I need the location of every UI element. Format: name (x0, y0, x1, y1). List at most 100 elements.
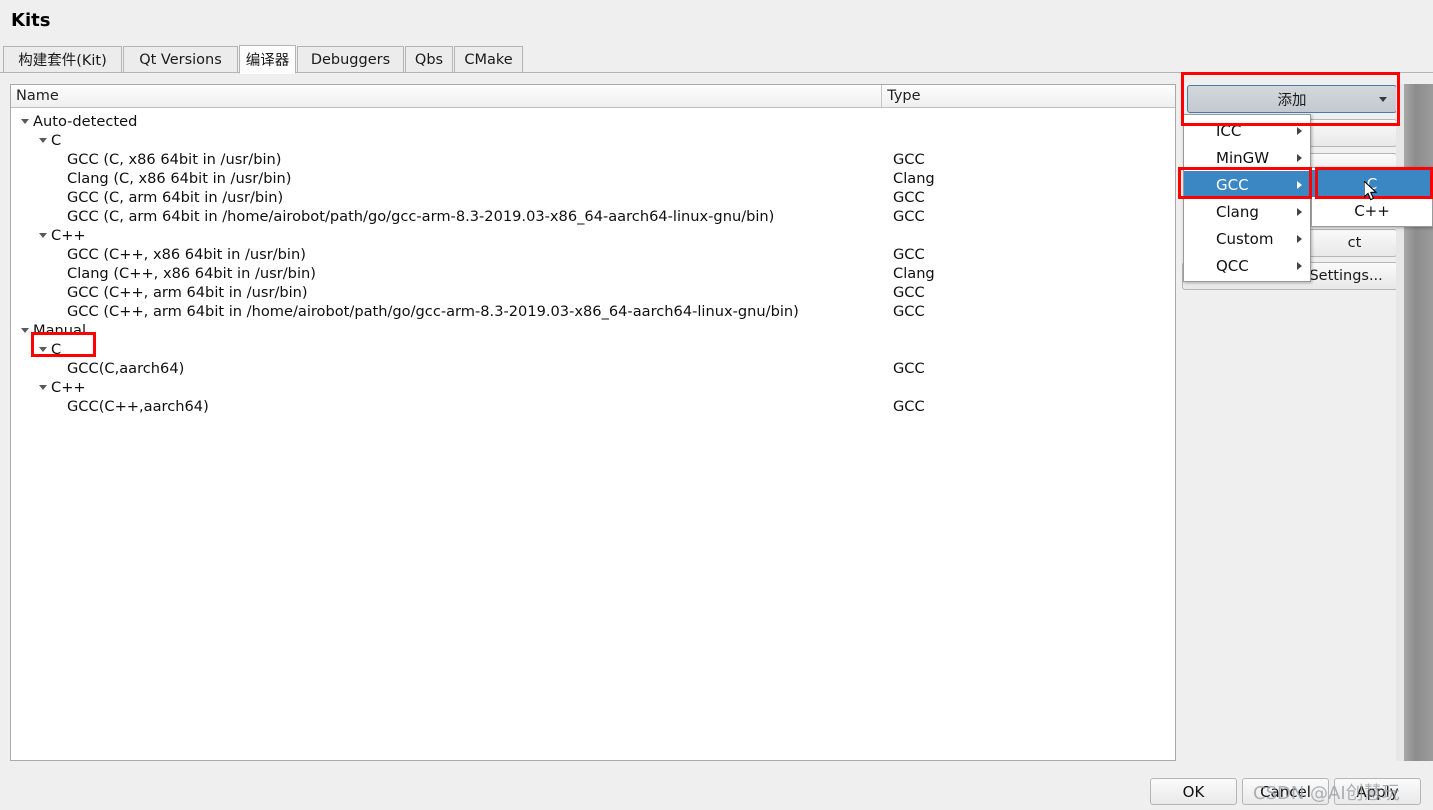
row-name: GCC (C, x86 64bit in /usr/bin) (67, 151, 282, 168)
row-name: GCC (C++, arm 64bit in /home/airobot/pat… (67, 303, 799, 320)
chevron-right-icon (1297, 234, 1302, 243)
row-type: GCC (893, 398, 925, 415)
gcc-submenu: C C++ (1311, 167, 1433, 227)
tab-0[interactable]: 构建套件(Kit) (3, 46, 122, 73)
tab-1[interactable]: Qt Versions (123, 46, 238, 73)
cancel-button-label: Cancel (1260, 782, 1311, 801)
row-name: C++ (51, 227, 86, 244)
tab-label: Debuggers (310, 51, 391, 68)
submenu-item-label: C (1366, 174, 1378, 193)
compilers-tree-body: Auto-detected C GCC (C, x86 64bit in /usr/… (11, 108, 1175, 760)
chevron-right-icon (1297, 180, 1302, 189)
tab-4[interactable]: Qbs (405, 46, 453, 73)
apply-button-label: Apply (1356, 782, 1399, 801)
menu-item-label: ICC (1216, 121, 1242, 140)
menu-item-qcc[interactable]: QCC (1184, 252, 1310, 279)
chevron-down-icon[interactable] (39, 233, 47, 238)
chevron-down-icon[interactable] (21, 328, 29, 333)
ok-button[interactable]: OK (1150, 778, 1237, 805)
tab-label: Qt Versions (139, 51, 222, 68)
cancel-button[interactable]: Cancel (1242, 778, 1329, 805)
column-header-type[interactable]: Type (882, 85, 1175, 107)
menu-item-icc[interactable]: ICC (1184, 117, 1310, 144)
chevron-right-icon (1297, 126, 1302, 135)
row-name: C++ (51, 379, 86, 396)
row-name: GCC (C, arm 64bit in /home/airobot/path/… (67, 208, 775, 225)
chevron-down-icon (1379, 96, 1387, 102)
row-type: GCC (893, 303, 925, 320)
row-name: GCC(C++,aarch64) (67, 398, 209, 415)
table-row[interactable]: GCC (C++, arm 64bit in /usr/bin) GCC (11, 283, 1175, 302)
chevron-down-icon[interactable] (39, 385, 47, 390)
table-row[interactable]: GCC(C,aarch64) GCC (11, 359, 1175, 378)
chevron-down-icon[interactable] (21, 119, 29, 124)
redetect-button-label: ct (1347, 235, 1362, 251)
add-button[interactable]: 添加 (1187, 85, 1397, 113)
submenu-item-cpp[interactable]: C++ (1312, 197, 1432, 224)
table-row[interactable]: Clang (C++, x86 64bit in /usr/bin) Clang (11, 264, 1175, 283)
menu-item-label: Custom (1216, 229, 1274, 248)
tab-3[interactable]: Debuggers (297, 46, 404, 73)
submenu-item-label: C++ (1354, 201, 1390, 220)
row-name: Clang (C++, x86 64bit in /usr/bin) (67, 265, 316, 282)
menu-item-mingw[interactable]: MinGW (1184, 144, 1310, 171)
chevron-down-icon[interactable] (39, 138, 47, 143)
tab-5[interactable]: CMake (454, 46, 523, 73)
ok-button-label: OK (1182, 782, 1205, 801)
row-name: GCC (C++, x86 64bit in /usr/bin) (67, 246, 306, 263)
page-title: Kits (11, 10, 51, 31)
tab-label: 编译器 (245, 53, 290, 69)
apply-button[interactable]: Apply (1334, 778, 1421, 805)
table-row[interactable]: GCC (C, arm 64bit in /home/airobot/path/… (11, 207, 1175, 226)
row-type: GCC (893, 151, 925, 168)
row-type: GCC (893, 360, 925, 377)
table-row[interactable]: GCC (C++, arm 64bit in /home/airobot/pat… (11, 302, 1175, 321)
chevron-right-icon (1297, 153, 1302, 162)
row-type: Clang (893, 265, 935, 282)
tab-label: CMake (464, 51, 513, 68)
menu-item-label: QCC (1216, 256, 1249, 275)
add-compiler-menu: ICC MinGW GCC Clang Custom QCC (1183, 114, 1311, 282)
tab-label: Qbs (414, 51, 444, 68)
menu-item-gcc[interactable]: GCC (1184, 171, 1310, 198)
row-name: C (51, 341, 62, 358)
chevron-right-icon (1297, 261, 1302, 270)
menu-item-clang[interactable]: Clang (1184, 198, 1310, 225)
chevron-right-icon (1297, 207, 1302, 216)
row-name: Auto-detected (33, 113, 138, 130)
table-row[interactable]: Auto-detected (11, 112, 1175, 131)
table-row[interactable]: GCC (C++, x86 64bit in /usr/bin) GCC (11, 245, 1175, 264)
table-row[interactable]: Clang (C, x86 64bit in /usr/bin) Clang (11, 169, 1175, 188)
tree-header-row: Name Type (11, 85, 1175, 108)
table-row[interactable]: C++ (11, 378, 1175, 397)
column-header-name[interactable]: Name (11, 85, 883, 107)
compilers-tree-panel: Name Type Auto-detected C GCC (C, x86 64bi… (10, 84, 1176, 761)
menu-item-label: GCC (1216, 175, 1249, 194)
row-name: GCC (C, arm 64bit in /usr/bin) (67, 189, 284, 206)
table-row[interactable]: C (11, 131, 1175, 150)
table-row[interactable]: GCC(C++,aarch64) GCC (11, 397, 1175, 416)
row-name: C (51, 132, 62, 149)
row-type: GCC (893, 208, 925, 225)
row-name: GCC (C++, arm 64bit in /usr/bin) (67, 284, 308, 301)
row-type: GCC (893, 246, 925, 263)
row-name: Manual (33, 322, 87, 339)
table-row[interactable]: Manual (11, 321, 1175, 340)
row-type: Clang (893, 170, 935, 187)
row-type: GCC (893, 189, 925, 206)
menu-item-custom[interactable]: Custom (1184, 225, 1310, 252)
table-row[interactable]: GCC (C, arm 64bit in /usr/bin) GCC (11, 188, 1175, 207)
row-name: GCC(C,aarch64) (67, 360, 185, 377)
submenu-item-c[interactable]: C (1312, 170, 1432, 197)
kits-dialog: Kits 构建套件(Kit) Qt Versions 编译器 Debuggers Qbs… (0, 0, 1433, 810)
table-row[interactable]: C++ (11, 226, 1175, 245)
table-row[interactable]: GCC (C, x86 64bit in /usr/bin) GCC (11, 150, 1175, 169)
row-name: Clang (C, x86 64bit in /usr/bin) (67, 170, 292, 187)
menu-item-label: Clang (1216, 202, 1259, 221)
table-row[interactable]: C (11, 340, 1175, 359)
row-type: GCC (893, 284, 925, 301)
tab-2[interactable]: 编译器 (239, 45, 296, 74)
tab-label: 构建套件(Kit) (18, 53, 107, 69)
chevron-down-icon[interactable] (39, 347, 47, 352)
menu-item-label: MinGW (1216, 148, 1270, 167)
